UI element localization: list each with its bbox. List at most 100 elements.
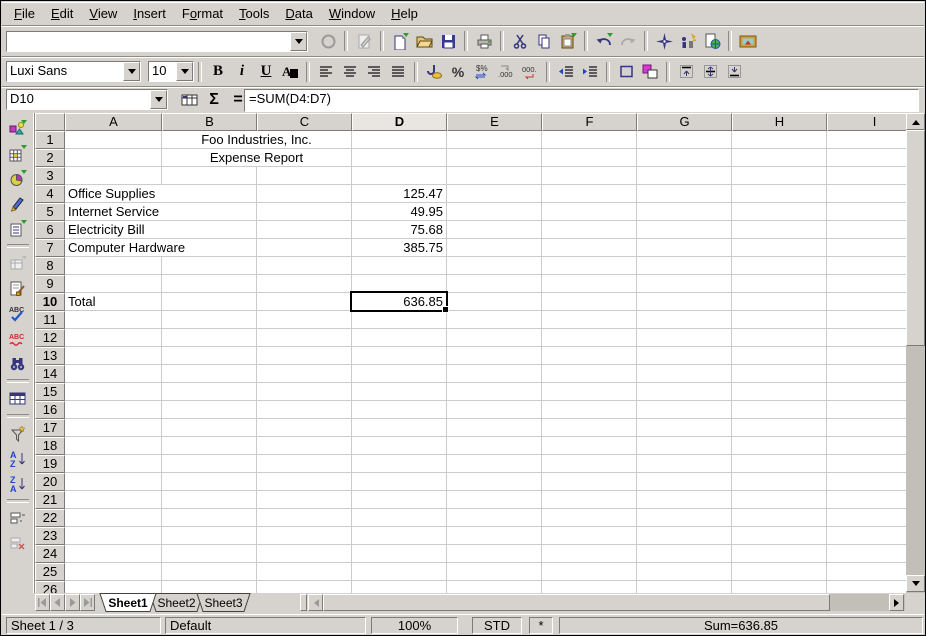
cell-F22[interactable]: [542, 509, 637, 527]
cell-B8[interactable]: [162, 257, 257, 275]
cell-D21[interactable]: [352, 491, 447, 509]
cell-D20[interactable]: [352, 473, 447, 491]
menu-format[interactable]: Format: [174, 4, 231, 23]
cell-E8[interactable]: [447, 257, 542, 275]
cell-D22[interactable]: [352, 509, 447, 527]
cell-E6[interactable]: [447, 221, 542, 239]
cell-E1[interactable]: [447, 131, 542, 149]
cell-I8[interactable]: [827, 257, 906, 275]
last-sheet-button[interactable]: [80, 594, 95, 611]
cell-I20[interactable]: [827, 473, 906, 491]
cell-D10[interactable]: 636.85: [352, 293, 447, 311]
name-box[interactable]: D10: [6, 89, 168, 110]
cell-B24[interactable]: [162, 545, 257, 563]
cell-B12[interactable]: [162, 329, 257, 347]
cell-C3[interactable]: [257, 167, 352, 185]
cell-E25[interactable]: [447, 563, 542, 581]
align-right-icon[interactable]: [362, 60, 386, 84]
cell-E19[interactable]: [447, 455, 542, 473]
cell-F12[interactable]: [542, 329, 637, 347]
cell-H16[interactable]: [732, 401, 827, 419]
paste-icon[interactable]: [556, 29, 580, 53]
cell-H4[interactable]: [732, 185, 827, 203]
menu-window[interactable]: Window: [321, 4, 383, 23]
font-size-value[interactable]: 10: [149, 62, 176, 81]
cell-B18[interactable]: [162, 437, 257, 455]
name-box-dropdown-button[interactable]: [150, 90, 167, 109]
background-color-icon[interactable]: [638, 60, 662, 84]
cell-I16[interactable]: [827, 401, 906, 419]
number-format-standard-icon[interactable]: $%: [470, 60, 494, 84]
sheet-tab-label-sheet2[interactable]: Sheet2: [157, 596, 195, 610]
justify-icon[interactable]: [386, 60, 410, 84]
sheet-tab-label-sheet3[interactable]: Sheet3: [204, 596, 242, 610]
cell-G25[interactable]: [637, 563, 732, 581]
cell-F2[interactable]: [542, 149, 637, 167]
cell-F16[interactable]: [542, 401, 637, 419]
cell-B9[interactable]: [162, 275, 257, 293]
cell-A4[interactable]: Office Supplies: [65, 185, 257, 203]
cell-C13[interactable]: [257, 347, 352, 365]
find-replace-icon[interactable]: [6, 351, 30, 376]
cell-I23[interactable]: [827, 527, 906, 545]
cell-E20[interactable]: [447, 473, 542, 491]
cell-A25[interactable]: [65, 563, 162, 581]
font-name-value[interactable]: Luxi Sans: [7, 62, 123, 81]
cell-H14[interactable]: [732, 365, 827, 383]
cell-D8[interactable]: [352, 257, 447, 275]
underline-icon[interactable]: U: [254, 60, 278, 84]
row-header-15[interactable]: 15: [35, 383, 65, 401]
cell-A26[interactable]: [65, 581, 162, 593]
cell-I17[interactable]: [827, 419, 906, 437]
gallery-icon[interactable]: [736, 29, 760, 53]
stop-icon[interactable]: [316, 29, 340, 53]
align-center-icon[interactable]: [338, 60, 362, 84]
cell-I19[interactable]: [827, 455, 906, 473]
page-style-field[interactable]: Default: [165, 617, 366, 634]
row-header-9[interactable]: 9: [35, 275, 65, 293]
cell-F25[interactable]: [542, 563, 637, 581]
ungroup-icon[interactable]: [6, 531, 30, 556]
url-combobox[interactable]: [6, 31, 308, 52]
cell-H18[interactable]: [732, 437, 827, 455]
cell-E14[interactable]: [447, 365, 542, 383]
cell-F3[interactable]: [542, 167, 637, 185]
align-vcenter-icon[interactable]: [698, 60, 722, 84]
cell-E9[interactable]: [447, 275, 542, 293]
cell-D19[interactable]: [352, 455, 447, 473]
cell-A18[interactable]: [65, 437, 162, 455]
cell-I6[interactable]: [827, 221, 906, 239]
sum-icon[interactable]: Σ: [202, 88, 226, 112]
row-header-10[interactable]: 10: [35, 293, 65, 311]
cell-F7[interactable]: [542, 239, 637, 257]
menu-view[interactable]: View: [81, 4, 125, 23]
undo-icon[interactable]: [592, 29, 616, 53]
cell-D5[interactable]: 49.95: [352, 203, 447, 221]
menu-tools[interactable]: Tools: [231, 4, 277, 23]
column-header-G[interactable]: G: [637, 113, 732, 131]
scroll-down-button[interactable]: [906, 575, 925, 592]
cell-H21[interactable]: [732, 491, 827, 509]
cell-A5[interactable]: Internet Service: [65, 203, 257, 221]
cell-B10[interactable]: [162, 293, 257, 311]
cell-F5[interactable]: [542, 203, 637, 221]
row-header-26[interactable]: 26: [35, 581, 65, 593]
cell-C24[interactable]: [257, 545, 352, 563]
url-value[interactable]: [7, 32, 290, 51]
cell-D25[interactable]: [352, 563, 447, 581]
cell-G24[interactable]: [637, 545, 732, 563]
next-sheet-button[interactable]: [65, 594, 80, 611]
form-controls-icon[interactable]: [6, 216, 30, 241]
cell-A13[interactable]: [65, 347, 162, 365]
cell-F14[interactable]: [542, 365, 637, 383]
cell-D7[interactable]: 385.75: [352, 239, 447, 257]
cell-B2[interactable]: Expense Report: [162, 149, 352, 167]
vertical-scrollbar[interactable]: [906, 113, 925, 593]
navigator-icon[interactable]: [652, 29, 676, 53]
cell-C7[interactable]: [257, 239, 352, 257]
cell-I5[interactable]: [827, 203, 906, 221]
cell-H23[interactable]: [732, 527, 827, 545]
horizontal-scrollbar[interactable]: [308, 594, 905, 611]
cell-E26[interactable]: [447, 581, 542, 593]
scroll-up-button[interactable]: [906, 113, 925, 130]
